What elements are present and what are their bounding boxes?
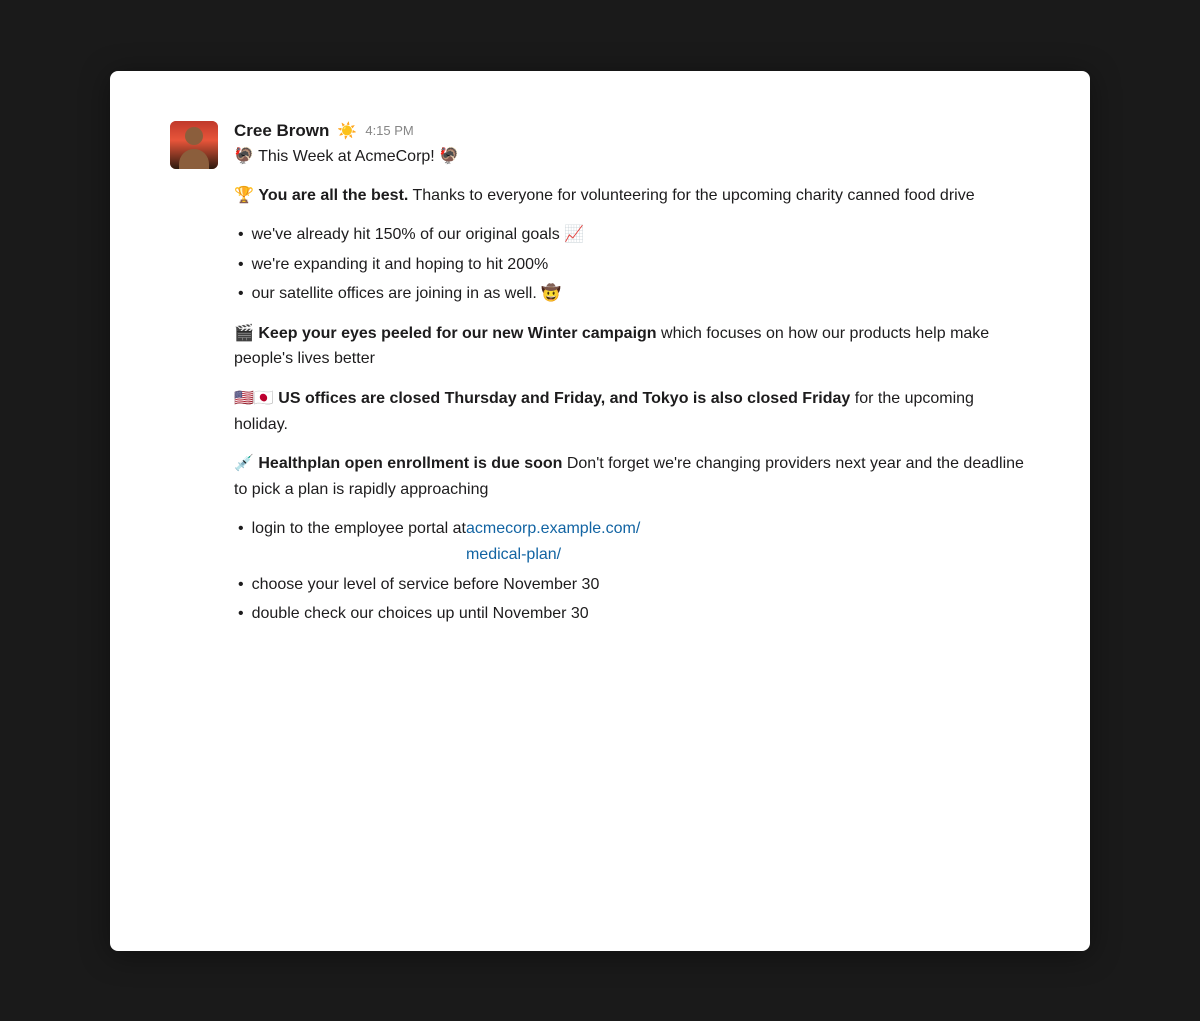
list-item: choose your level of service before Nove… (234, 572, 1030, 598)
portal-link[interactable]: acmecorp.example.com/medical-plan/ (466, 516, 640, 567)
best-paragraph: 🏆 You are all the best. Thanks to everyo… (234, 183, 1030, 209)
winter-paragraph: 🎬 Keep your eyes peeled for our new Wint… (234, 321, 1030, 372)
offices-paragraph: 🇺🇸🇯🇵 US offices are closed Thursday and … (234, 386, 1030, 437)
healthplan-bullets: login to the employee portal at acmecorp… (234, 516, 1030, 626)
message-subject: 🦃 This Week at AcmeCorp! 🦃 (234, 145, 1030, 169)
message-container: Cree Brown ☀️ 4:15 PM 🦃 This Week at Acm… (170, 121, 1030, 641)
list-item: login to the employee portal at acmecorp… (234, 516, 1030, 567)
message-body: Cree Brown ☀️ 4:15 PM 🦃 This Week at Acm… (234, 121, 1030, 641)
healthplan-paragraph: 💉 Healthplan open enrollment is due soon… (234, 451, 1030, 502)
message-content: 🏆 You are all the best. Thanks to everyo… (234, 183, 1030, 627)
timestamp: 4:15 PM (365, 123, 413, 138)
winter-bold: Keep your eyes peeled for our new Winter… (258, 325, 656, 342)
list-item: double check our choices up until Novemb… (234, 601, 1030, 627)
best-bold: You are all the best. (258, 187, 408, 204)
chat-window: Cree Brown ☀️ 4:15 PM 🦃 This Week at Acm… (110, 71, 1090, 951)
list-item: we're expanding it and hoping to hit 200… (234, 252, 1030, 278)
avatar (170, 121, 218, 169)
sender-name: Cree Brown (234, 121, 329, 141)
message-header: Cree Brown ☀️ 4:15 PM (234, 121, 1030, 141)
healthplan-bold: Healthplan open enrollment is due soon (258, 455, 562, 472)
status-emoji: ☀️ (337, 121, 357, 141)
list-item: we've already hit 150% of our original g… (234, 222, 1030, 248)
list-item: our satellite offices are joining in as … (234, 281, 1030, 307)
offices-bold: US offices are closed Thursday and Frida… (278, 390, 850, 407)
goals-bullets: we've already hit 150% of our original g… (234, 222, 1030, 307)
